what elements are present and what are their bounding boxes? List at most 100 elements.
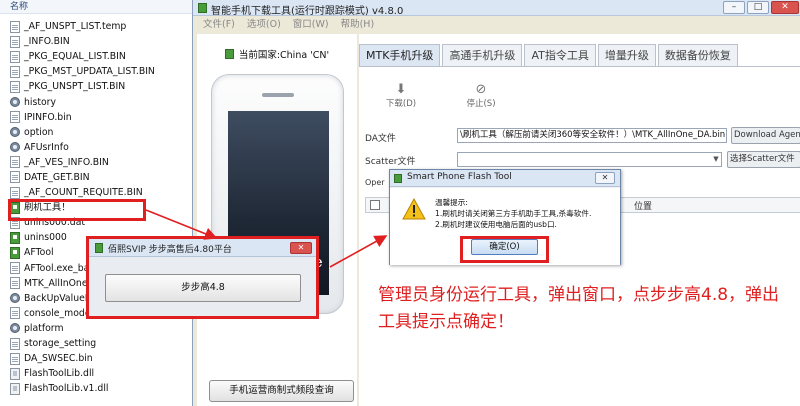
menu-file[interactable]: 文件(F): [197, 17, 241, 33]
document-icon: [10, 262, 20, 275]
document-icon: [10, 156, 20, 169]
dialog-close-button[interactable]: ✕: [595, 172, 615, 184]
scatter-file-label: Scatter文件: [365, 157, 416, 167]
app-icon: [10, 246, 20, 259]
file-name: _PKG_UNSPT_LIST.BIN: [24, 81, 126, 93]
menu-options[interactable]: 选项(O): [241, 17, 287, 33]
download-agent-button[interactable]: Download Agent: [731, 127, 800, 144]
phone-panel: 当前国家:China 'CN' MTK phone upgrade 手机运营商制…: [197, 34, 357, 406]
minimize-button[interactable]: –: [723, 1, 745, 14]
file-name: MTK_AllInOne_: [24, 277, 93, 289]
file-name: _PKG_EQUAL_LIST.BIN: [24, 51, 126, 63]
current-country-label: 当前国家:China 'CN': [238, 50, 330, 61]
highlight-box-flash-tool-file: [8, 199, 146, 221]
select-all-checkbox[interactable]: [370, 200, 380, 210]
file-item[interactable]: _INFO.BIN: [10, 34, 195, 49]
tab-3[interactable]: 增量升级: [597, 44, 656, 66]
file-name: _AF_UNSPT_LIST.temp: [24, 21, 127, 33]
tab-divider: [359, 66, 800, 67]
stop-icon: ⊘: [475, 82, 487, 97]
dialog-message-line: 1.刷机时请关闭第三方手机助手工具,杀毒软件.: [435, 209, 592, 218]
dialog-message-line: 2.刷机时建议使用电脑后面的usb口.: [435, 220, 557, 229]
file-item[interactable]: _AF_VES_INFO.BIN: [10, 155, 195, 170]
document-icon: [10, 186, 20, 199]
file-item[interactable]: AFUsrInfo: [10, 140, 195, 155]
file-item[interactable]: _PKG_UNSPT_LIST.BIN: [10, 79, 195, 94]
file-name: AFUsrInfo: [24, 141, 69, 153]
da-file-path-field[interactable]: \刷机工具（解压前请关闭360等安全软件！）\MTK_AllInOne_DA.b…: [457, 128, 727, 143]
file-item[interactable]: DATE_GET.BIN: [10, 170, 195, 185]
download-arrow-icon: ⬇: [395, 82, 407, 97]
tab-1[interactable]: 高通手机升级: [442, 44, 523, 66]
maximize-button[interactable]: □: [747, 1, 769, 14]
svip-close-button[interactable]: ✕: [290, 242, 312, 254]
file-name: _PKG_MST_UPDATA_LIST.BIN: [24, 66, 155, 78]
bbk-4-8-button[interactable]: 步步高4.8: [105, 274, 301, 302]
file-item[interactable]: platform: [10, 321, 195, 336]
svip-title: 佰熙SVIP 步步高售后4.80平台: [108, 245, 232, 255]
file-name: BackUpValueL: [24, 292, 90, 304]
dll-icon: [10, 382, 20, 395]
app-icon: [198, 3, 207, 13]
carrier-band-query-button[interactable]: 手机运营商制式频段查询: [209, 380, 354, 402]
file-item[interactable]: _AF_UNSPT_LIST.temp: [10, 19, 195, 34]
document-icon: [10, 111, 20, 124]
tab-0[interactable]: MTK手机升级: [359, 44, 441, 66]
window-controls: – □ ✕: [723, 1, 799, 14]
document-icon: [10, 80, 20, 93]
file-name: DATE_GET.BIN: [24, 171, 90, 183]
file-name: AFTool: [24, 247, 54, 259]
file-item[interactable]: FlashToolLib.v1.dll: [10, 381, 195, 396]
position-column-header[interactable]: 位置: [634, 199, 652, 212]
settings-file-icon: [10, 323, 20, 334]
file-name: FlashToolLib.dll: [24, 368, 95, 380]
settings-file-icon: [10, 97, 20, 108]
stop-label: 停止(S): [466, 99, 496, 109]
choose-scatter-button[interactable]: 选择Scatter文件: [727, 151, 800, 168]
stop-button[interactable]: ⊘ 停止(S): [461, 82, 501, 110]
main-window-titlebar[interactable]: 智能手机下载工具(运行时跟踪模式) v4.8.0 – □ ✕: [193, 0, 800, 17]
file-item[interactable]: storage_setting: [10, 336, 195, 351]
download-button[interactable]: ⬇ 下载(D): [381, 82, 421, 110]
file-item[interactable]: option: [10, 125, 195, 140]
menu-help[interactable]: 帮助(H): [335, 17, 381, 33]
chevron-down-icon[interactable]: ▼: [711, 153, 721, 166]
dll-icon: [10, 367, 20, 380]
file-name: option: [24, 126, 54, 138]
menu-window[interactable]: 窗口(W): [287, 17, 335, 33]
app-icon: [394, 174, 402, 183]
scatter-file-select[interactable]: [457, 152, 722, 167]
settings-file-icon: [10, 142, 20, 153]
file-item[interactable]: _PKG_EQUAL_LIST.BIN: [10, 49, 195, 64]
file-name: history: [24, 96, 56, 108]
file-item[interactable]: IPINFO.bin: [10, 110, 195, 125]
document-icon: [10, 35, 20, 48]
settings-file-icon: [10, 293, 20, 304]
svip-titlebar[interactable]: 佰熙SVIP 步步高售后4.80平台 ✕: [89, 239, 316, 257]
file-item[interactable]: _AF_COUNT_REQUITE.BIN: [10, 185, 195, 200]
tab-bar: MTK手机升级 高通手机升级 AT指令工具 增量升级 数据备份恢复: [359, 44, 738, 66]
file-item[interactable]: _PKG_MST_UPDATA_LIST.BIN: [10, 64, 195, 79]
file-item[interactable]: history: [10, 94, 195, 109]
document-icon: [10, 307, 20, 320]
document-icon: [10, 337, 20, 350]
dialog-message: 温馨提示: 1.刷机时请关闭第三方手机助手工具,杀毒软件. 2.刷机时建议使用电…: [435, 197, 591, 230]
close-button[interactable]: ✕: [771, 1, 799, 14]
name-column-header[interactable]: 名称: [0, 0, 195, 14]
document-icon: [10, 50, 20, 63]
file-item[interactable]: DA_SWSEC.bin: [10, 351, 195, 366]
tab-2[interactable]: AT指令工具: [524, 44, 596, 66]
file-name: _AF_COUNT_REQUITE.BIN: [24, 187, 143, 199]
settings-file-icon: [10, 127, 20, 138]
dialog-titlebar[interactable]: Smart Phone Flash Tool ✕: [390, 170, 620, 187]
window-title: 智能手机下载工具(运行时跟踪模式) v4.8.0: [211, 6, 404, 17]
document-icon: [10, 65, 20, 78]
file-name: DA_SWSEC.bin: [24, 353, 93, 365]
tab-4[interactable]: 数据备份恢复: [657, 44, 738, 66]
file-name: IPINFO.bin: [24, 111, 72, 123]
svip-window: 佰熙SVIP 步步高售后4.80平台 ✕ 步步高4.8: [86, 236, 319, 319]
file-item[interactable]: FlashToolLib.dll: [10, 366, 195, 381]
document-icon: [10, 352, 20, 365]
document-icon: [10, 171, 20, 184]
dialog-title: Smart Phone Flash Tool: [407, 172, 512, 182]
